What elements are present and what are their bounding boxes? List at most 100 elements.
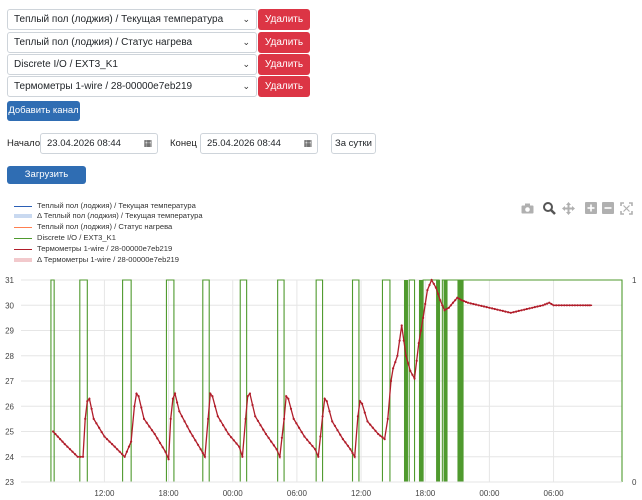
y-tick-label: 29 bbox=[5, 327, 14, 336]
end-date-value: 25.04.2026 08:44 bbox=[207, 138, 281, 149]
temperature-point bbox=[482, 305, 486, 308]
temperature-point bbox=[462, 299, 465, 303]
temperature-point bbox=[207, 417, 210, 420]
chevron-down-icon: ⌄ bbox=[242, 81, 250, 91]
temperature-point bbox=[432, 282, 435, 285]
legend-label: Δ Термометры 1-wire / 28-00000e7eb219 bbox=[37, 255, 179, 264]
temperature-point bbox=[278, 455, 281, 458]
temperature-point bbox=[118, 450, 121, 453]
temperature-point bbox=[552, 304, 555, 307]
day-range-button[interactable]: За сутки bbox=[331, 133, 376, 154]
temperature-point bbox=[116, 448, 119, 451]
legend-swatch bbox=[14, 238, 32, 239]
temperature-point bbox=[63, 443, 66, 446]
temperature-point bbox=[557, 304, 561, 307]
temperature-point bbox=[56, 435, 59, 438]
temperature-point bbox=[105, 438, 109, 441]
temperature-point bbox=[153, 432, 156, 436]
temperature-point bbox=[460, 299, 463, 302]
channel-select[interactable]: Теплый пол (лоджия) / Текущая температур… bbox=[7, 9, 257, 30]
legend-label: Δ Теплый пол (лоджия) / Текущая температ… bbox=[37, 211, 203, 220]
temperature-point bbox=[392, 367, 395, 370]
temperature-point bbox=[280, 436, 283, 439]
temperature-point bbox=[232, 439, 235, 442]
chevron-down-icon: ⌄ bbox=[242, 14, 250, 24]
calendar-icon[interactable]: ▦ bbox=[143, 134, 152, 153]
autoscale-icon[interactable] bbox=[619, 201, 633, 215]
temperature-point bbox=[449, 304, 452, 307]
x-tick-label: 18:00 bbox=[159, 489, 180, 498]
temperature-point bbox=[411, 373, 414, 376]
temperature-point bbox=[439, 299, 442, 302]
temperature-point bbox=[328, 410, 331, 413]
y-tick-label: 28 bbox=[5, 352, 14, 361]
delete-channel-button[interactable]: Удалить bbox=[258, 76, 310, 97]
zoom-icon[interactable] bbox=[542, 201, 556, 215]
temperature-point bbox=[130, 440, 133, 443]
temperature-point bbox=[164, 450, 167, 453]
end-date-input[interactable]: 25.04.2026 08:44 ▦ bbox=[200, 133, 318, 154]
temperature-point bbox=[579, 304, 582, 307]
temperature-point bbox=[560, 304, 563, 307]
channel-select[interactable]: Теплый пол (лоджия) / Статус нагрева ⌄ bbox=[7, 32, 257, 53]
temperature-point bbox=[283, 417, 286, 420]
temperature-point bbox=[103, 435, 106, 438]
temperature-point bbox=[377, 432, 380, 436]
temperature-point bbox=[113, 445, 116, 448]
zoom-in-icon[interactable] bbox=[584, 201, 598, 215]
history-chart[interactable]: 23 24 25 26 27 28 29 30 31 12:00 18:00 00:00 06:00 12… bbox=[0, 270, 642, 500]
add-channel-button[interactable]: Добавить канал bbox=[7, 101, 80, 121]
delete-channel-button[interactable]: Удалить bbox=[258, 54, 310, 75]
camera-icon[interactable] bbox=[520, 201, 534, 215]
temperature-point bbox=[386, 417, 389, 420]
temperature-point bbox=[196, 443, 200, 446]
temperature-point bbox=[135, 392, 138, 395]
temperature-point bbox=[573, 304, 577, 307]
temperature-point bbox=[194, 439, 197, 442]
load-data-button[interactable]: Загрузить данные bbox=[7, 166, 86, 198]
temperature-point bbox=[209, 392, 212, 395]
zoom-out-icon[interactable] bbox=[601, 201, 615, 215]
temperature-point bbox=[369, 423, 372, 426]
x-tick-label: 00:00 bbox=[479, 489, 500, 498]
temperature-point bbox=[409, 369, 412, 372]
temperature-point bbox=[536, 305, 539, 308]
y2-tick-label: 0 bbox=[632, 478, 637, 487]
temperature-point bbox=[79, 455, 82, 458]
y2-tick-label: 1 bbox=[632, 276, 637, 285]
x-tick-label: 06:00 bbox=[287, 489, 308, 498]
temperature-point bbox=[379, 434, 382, 437]
x-tick-label: 00:00 bbox=[223, 489, 244, 498]
pan-icon[interactable] bbox=[561, 201, 575, 215]
temperature-point bbox=[216, 415, 219, 418]
temperature-point bbox=[404, 354, 408, 357]
start-date-input[interactable]: 23.04.2026 08:44 ▦ bbox=[40, 133, 158, 154]
temperature-point bbox=[485, 306, 488, 309]
legend-label: Теплый пол (лоджия) / Статус нагрева bbox=[37, 222, 173, 231]
channel-select[interactable]: Термометры 1-wire / 28-00000e7eb219 ⌄ bbox=[7, 76, 257, 97]
temperature-point bbox=[496, 308, 499, 311]
temperature-point bbox=[275, 448, 278, 451]
temperature-point bbox=[419, 329, 423, 332]
temperature-point bbox=[501, 309, 504, 312]
delete-channel-button[interactable]: Удалить bbox=[258, 9, 310, 30]
y-tick-label: 31 bbox=[5, 276, 14, 285]
temperature-point bbox=[349, 448, 352, 451]
temperature-point bbox=[456, 296, 459, 299]
temperature-point bbox=[331, 420, 334, 423]
temperature-point bbox=[445, 307, 448, 311]
temperature-point bbox=[199, 448, 202, 451]
temperature-point bbox=[441, 304, 444, 307]
channel-select[interactable]: Discrete I/O / EXT3_K1 ⌄ bbox=[7, 54, 257, 75]
temperature-point bbox=[244, 417, 247, 420]
temperature-point bbox=[515, 310, 518, 313]
temperature-point bbox=[381, 436, 384, 439]
temperature-point bbox=[86, 400, 89, 403]
delete-channel-button[interactable]: Удалить bbox=[258, 32, 310, 53]
temperature-point bbox=[358, 400, 362, 403]
temperature-point bbox=[491, 307, 494, 310]
temperature-point bbox=[171, 397, 174, 400]
calendar-icon[interactable]: ▦ bbox=[303, 134, 312, 153]
temperature-point bbox=[480, 304, 483, 307]
temperature-point bbox=[297, 426, 301, 429]
